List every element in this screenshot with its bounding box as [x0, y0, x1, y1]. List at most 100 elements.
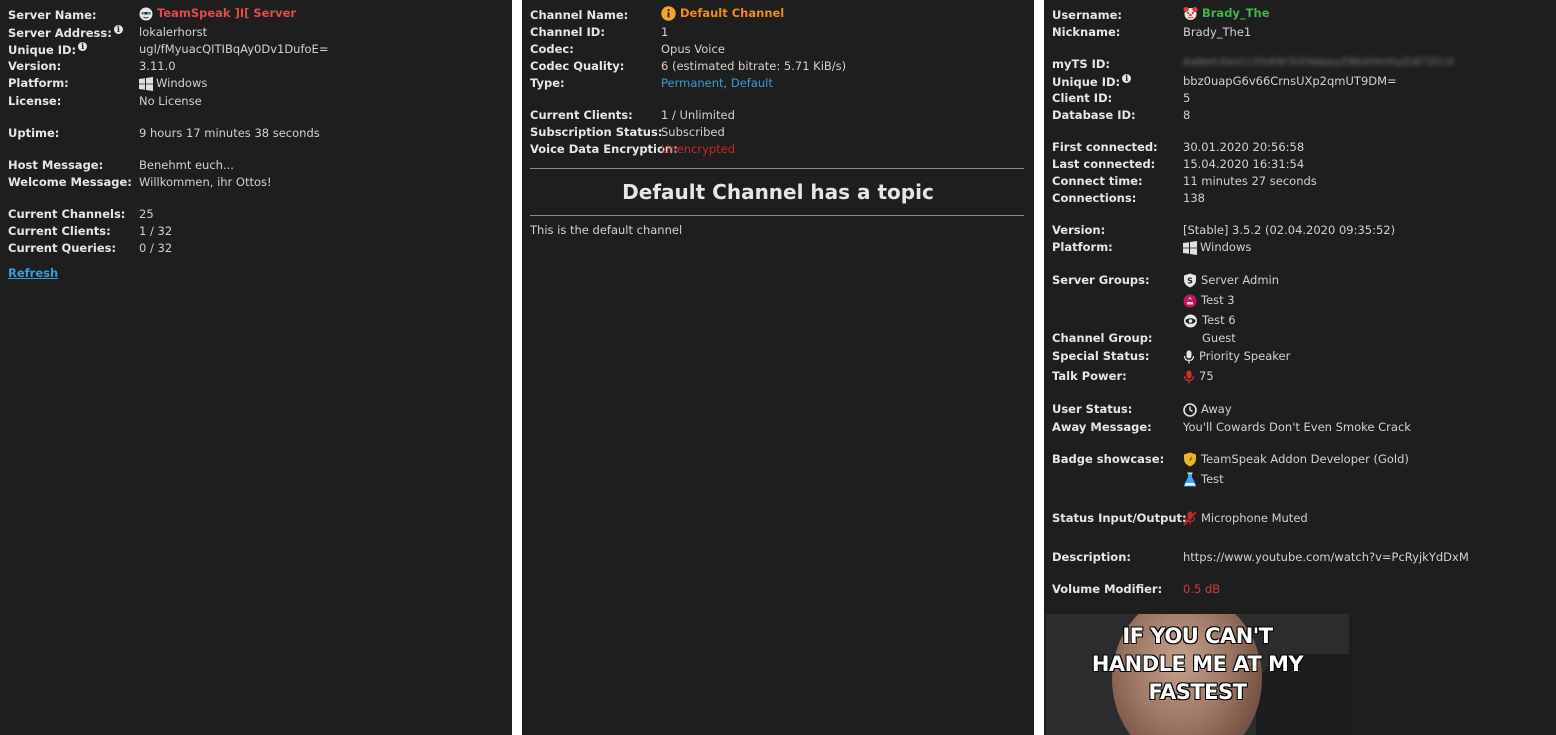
subscription-status-label: Subscription Status: [530, 125, 663, 139]
connections-label: Connections: [1052, 191, 1137, 205]
meme-text-line: IF YOU CAN'T [1122, 624, 1273, 648]
server-version-label: Version: [8, 59, 62, 73]
current-channels-label: Current Channels: [8, 207, 126, 221]
clown-avatar-icon [1183, 6, 1198, 20]
nickname-label: Nickname: [1052, 25, 1121, 39]
host-message-label: Host Message: [8, 158, 104, 172]
myts-id-label: myTS ID: [1052, 57, 1111, 71]
volume-modifier-label: Volume Modifier: [1052, 582, 1163, 596]
server-skull-icon [139, 7, 153, 20]
server-name-value: TeamSpeak ]I[ Server [139, 6, 296, 21]
client-version-label: Version: [1052, 223, 1106, 237]
server-group-item: S Server Admin [1183, 273, 1279, 288]
status-io-value: Microphone Muted [1183, 511, 1308, 526]
client-version-value: [Stable] 3.5.2 (02.04.2020 09:35:52) [1183, 223, 1396, 237]
client-id-value: 5 [1183, 91, 1191, 105]
description-label: Description: [1052, 550, 1131, 564]
codec-quality-value: 6 (estimated bitrate: 5.71 KiB/s) [661, 59, 847, 73]
server-info-panel: Server Name: TeamSpeak ]I[ Server Server… [0, 0, 512, 735]
server-uptime-label: Uptime: [8, 126, 60, 140]
windows-icon [139, 76, 153, 91]
client-id-label: Client ID: [1052, 91, 1113, 105]
description-value: https://www.youtube.com/watch?v=PcRyjkYd… [1183, 550, 1469, 564]
special-status-label: Special Status: [1052, 349, 1150, 363]
user-status-label: User Status: [1052, 402, 1133, 416]
channel-topic-title: Default Channel has a topic [622, 180, 934, 204]
group-badge-icon [1183, 294, 1197, 307]
welcome-message-value: Willkommen, ihr Ottos! [139, 175, 272, 189]
svg-text:S: S [1187, 277, 1193, 286]
info-icon[interactable]: i [78, 42, 88, 51]
channel-type-value: Permanent, Default [661, 76, 773, 90]
refresh-link[interactable]: Refresh [8, 266, 58, 280]
meme-text-line: FASTEST [1148, 680, 1247, 704]
server-groups-label: Server Groups: [1052, 273, 1150, 287]
server-name-label: Server Name: [8, 8, 97, 22]
gold-badge-icon [1184, 452, 1196, 467]
host-message-value: Benehmt euch... [139, 158, 234, 172]
info-circle-icon [661, 6, 676, 21]
info-icon[interactable]: i [113, 25, 123, 34]
server-address-label: Server Address: i [8, 25, 123, 40]
current-clients-value: 1 / 32 [139, 224, 173, 238]
eye-icon [1184, 314, 1197, 327]
nickname-value: Brady_The1 [1183, 25, 1252, 39]
info-icon[interactable]: i [1122, 74, 1132, 83]
server-license-value: No License [139, 94, 202, 108]
server-version-value: 3.11.0 [139, 59, 176, 73]
last-connected-value: 15.04.2020 16:31:54 [1183, 157, 1305, 171]
database-id-label: Database ID: [1052, 108, 1136, 122]
server-platform-label: Platform: [8, 76, 69, 90]
client-platform-value: Windows [1183, 240, 1251, 255]
connections-value: 138 [1183, 191, 1205, 205]
server-license-label: License: [8, 94, 62, 108]
microphone-icon [1183, 350, 1195, 363]
server-uid-label: Unique ID: i [8, 42, 88, 57]
server-address-value: lokalerhorst [139, 25, 208, 39]
flask-icon [1183, 472, 1197, 487]
badge-showcase-label: Badge showcase: [1052, 452, 1165, 466]
meme-text-line: HANDLE ME AT MY [1091, 652, 1304, 676]
channel-type-label: Type: [530, 76, 565, 90]
channel-group-label: Channel Group: [1052, 331, 1153, 345]
clock-icon [1183, 402, 1197, 417]
username-value: Brady_The [1183, 6, 1270, 21]
first-connected-value: 30.01.2020 20:56:58 [1183, 140, 1305, 154]
current-queries-label: Current Queries: [8, 241, 117, 255]
myts-id-value: AaNeh3IeiCc2feK9r3iXYabjeyZNkAtHnhyZzE7Z… [1183, 57, 1455, 68]
codec-label: Codec: [530, 42, 574, 56]
current-channels-value: 25 [139, 207, 154, 221]
client-uid-label: Unique ID: i [1052, 74, 1132, 89]
current-clients-label: Current Clients: [8, 224, 111, 238]
channel-name-label: Channel Name: [530, 8, 629, 22]
user-status-value: Away [1183, 402, 1232, 417]
microphone-muted-icon [1183, 511, 1197, 526]
server-uid-value: ugl/fMyuacQITIBqAy0Dv1DufoE= [139, 42, 329, 56]
volume-modifier-value: 0.5 dB [1183, 582, 1221, 596]
welcome-message-label: Welcome Message: [8, 175, 132, 189]
badge-item: TeamSpeak Addon Developer (Gold) [1183, 452, 1409, 467]
channel-group-value: Guest [1202, 331, 1236, 345]
channel-clients-value: 1 / Unlimited [661, 108, 735, 122]
connect-time-value: 11 minutes 27 seconds [1183, 174, 1317, 188]
codec-value: Opus Voice [661, 42, 725, 56]
voice-encryption-label: Voice Data Encryption: [530, 142, 678, 156]
subscription-status-value: Subscribed [661, 125, 725, 139]
shield-s-icon: S [1184, 273, 1196, 288]
away-message-label: Away Message: [1052, 420, 1152, 434]
channel-topic-body: This is the default channel [530, 223, 683, 237]
username-label: Username: [1052, 8, 1122, 22]
special-status-value: Priority Speaker [1183, 349, 1290, 364]
topic-divider-top [530, 168, 1024, 169]
server-platform-value: Windows [139, 76, 207, 91]
current-queries-value: 0 / 32 [139, 241, 173, 255]
channel-name-value: Default Channel [661, 6, 784, 21]
server-uptime-value: 9 hours 17 minutes 38 seconds [139, 126, 320, 140]
channel-clients-label: Current Clients: [530, 108, 633, 122]
windows-icon [1183, 240, 1197, 255]
channel-id-label: Channel ID: [530, 25, 605, 39]
status-io-label: Status Input/Output: [1052, 511, 1187, 525]
codec-quality-label: Codec Quality: [530, 59, 625, 73]
away-message-value: You'll Cowards Don't Even Smoke Crack [1183, 420, 1411, 434]
first-connected-label: First connected: [1052, 140, 1158, 154]
